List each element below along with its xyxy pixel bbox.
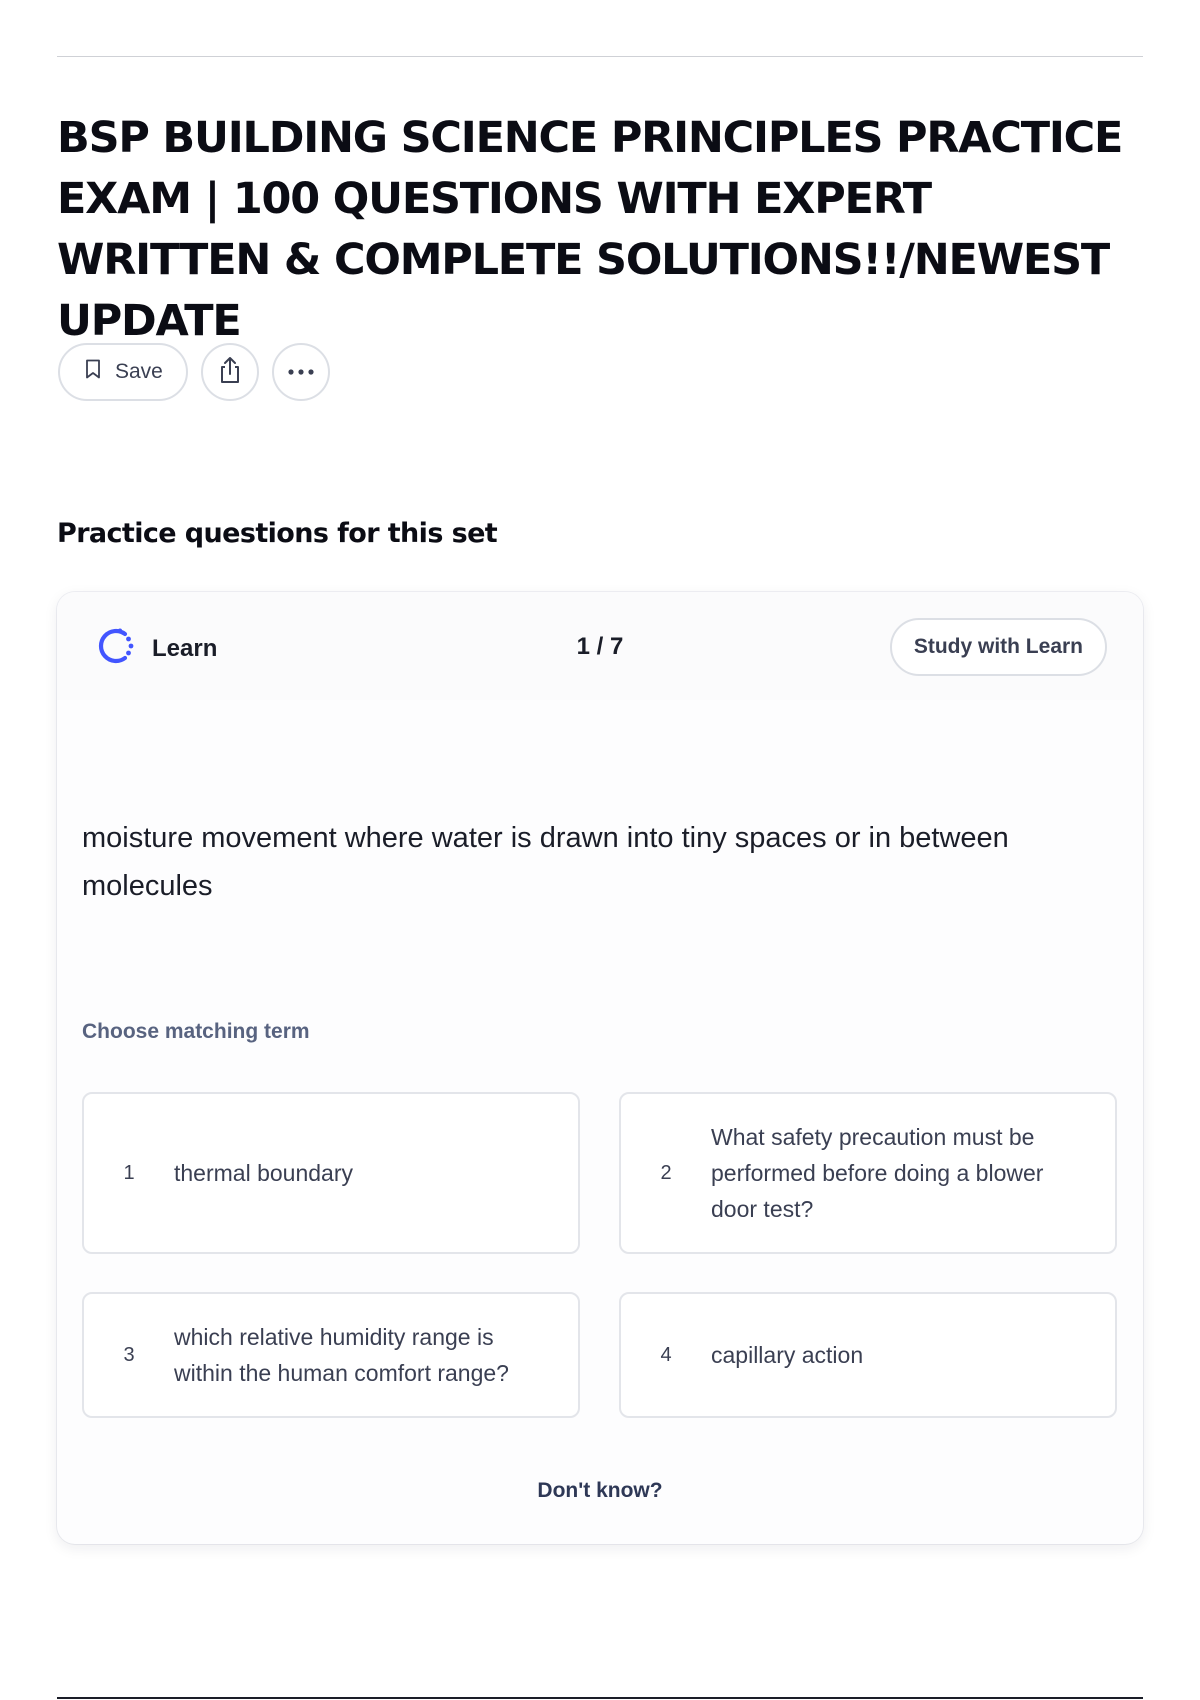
option-text: thermal boundary <box>174 1160 353 1186</box>
dont-know-label[interactable]: Don't know? <box>537 1479 662 1502</box>
option-number: 1 <box>123 1161 135 1184</box>
option-number: 3 <box>123 1343 135 1366</box>
option-number: 4 <box>660 1343 672 1366</box>
save-label: Save <box>115 360 163 383</box>
share-button[interactable] <box>200 343 259 401</box>
share-icon <box>217 356 243 389</box>
option-text: which relative humidity range is within … <box>174 1324 509 1386</box>
action-bar: Save <box>58 343 330 401</box>
question-prompt: moisture movement where water is drawn i… <box>82 822 1009 902</box>
more-icon <box>287 363 315 381</box>
top-divider <box>57 56 1143 57</box>
answer-option[interactable]: 2 What safety precaution must be perform… <box>619 1092 1117 1254</box>
dont-know-link[interactable]: Don't know? <box>57 1479 1143 1503</box>
answer-option[interactable]: 3 which relative humidity range is withi… <box>82 1292 580 1418</box>
card-header: Learn 1 / 7 Study with Learn <box>57 592 1143 700</box>
study-with-learn-button[interactable]: Study with Learn <box>889 618 1107 676</box>
answer-option[interactable]: 4 capillary action <box>619 1292 1117 1418</box>
option-text: capillary action <box>711 1342 864 1368</box>
page-title: BSP BUILDING SCIENCE PRINCIPLES PRACTICE… <box>57 113 1123 346</box>
answer-option[interactable]: 1 thermal boundary <box>82 1092 580 1254</box>
instruction-label: Choose matching term <box>82 1020 310 1043</box>
practice-card: Learn 1 / 7 Study with Learn moisture mo… <box>57 592 1143 1544</box>
bookmark-icon <box>85 359 101 385</box>
save-button[interactable]: Save <box>58 343 188 401</box>
bottom-divider <box>57 1697 1143 1699</box>
option-number: 2 <box>660 1161 672 1184</box>
section-heading: Practice questions for this set <box>57 518 498 549</box>
option-text: What safety precaution must be performed… <box>711 1124 1044 1222</box>
more-options-button[interactable] <box>271 343 330 401</box>
